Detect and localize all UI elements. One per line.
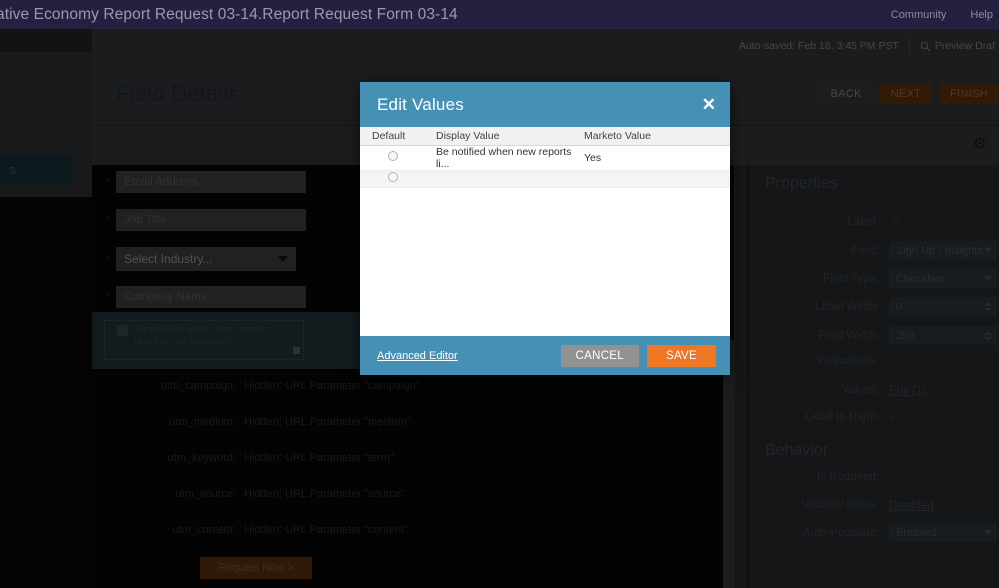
values-table-header-row: Default Display Value Marketo Value: [360, 127, 730, 145]
modal-body: Default Display Value Marketo Value Be n…: [360, 127, 730, 336]
save-button[interactable]: SAVE: [647, 345, 716, 367]
community-link[interactable]: Community: [891, 9, 947, 21]
values-table: Default Display Value Marketo Value Be n…: [360, 127, 730, 188]
top-bar: ative Economy Report Request 03-14.Repor…: [0, 0, 999, 29]
modal-header: Edit Values ✕: [360, 82, 730, 127]
table-row[interactable]: Be notified when new reports li... Yes: [360, 145, 730, 170]
column-header-display-value: Display Value: [428, 127, 576, 145]
modal-title: Edit Values: [377, 95, 464, 115]
default-radio-cell[interactable]: [360, 145, 428, 170]
top-bar-title: ative Economy Report Request 03-14.Repor…: [0, 6, 458, 24]
top-bar-links: Community Help: [891, 9, 999, 21]
advanced-editor-link[interactable]: Advanced Editor: [377, 350, 458, 362]
edit-values-modal: Edit Values ✕ Default Display Value Mark…: [360, 82, 730, 375]
table-row[interactable]: [360, 170, 730, 187]
display-value-cell[interactable]: Be notified when new reports li...: [428, 145, 576, 170]
default-radio[interactable]: [388, 172, 398, 182]
modal-footer: Advanced Editor CANCEL SAVE: [360, 336, 730, 375]
default-radio[interactable]: [388, 151, 398, 161]
column-header-marketo-value: Marketo Value: [576, 127, 730, 145]
values-table-head: Default Display Value Marketo Value: [360, 127, 730, 145]
marketo-value-cell[interactable]: [576, 170, 730, 187]
marketo-value-cell[interactable]: Yes: [576, 145, 730, 170]
default-radio-cell[interactable]: [360, 170, 428, 187]
modal-actions: CANCEL SAVE: [561, 345, 716, 367]
values-table-body: Be notified when new reports li... Yes: [360, 145, 730, 187]
app-root: gs s Auto-saved: Feb 18, 3:45 PM PST Pre…: [0, 0, 999, 588]
help-link[interactable]: Help: [970, 9, 993, 21]
cancel-button[interactable]: CANCEL: [561, 345, 639, 367]
display-value-cell[interactable]: [428, 170, 576, 187]
close-icon[interactable]: ✕: [702, 96, 716, 113]
column-header-default: Default: [360, 127, 428, 145]
